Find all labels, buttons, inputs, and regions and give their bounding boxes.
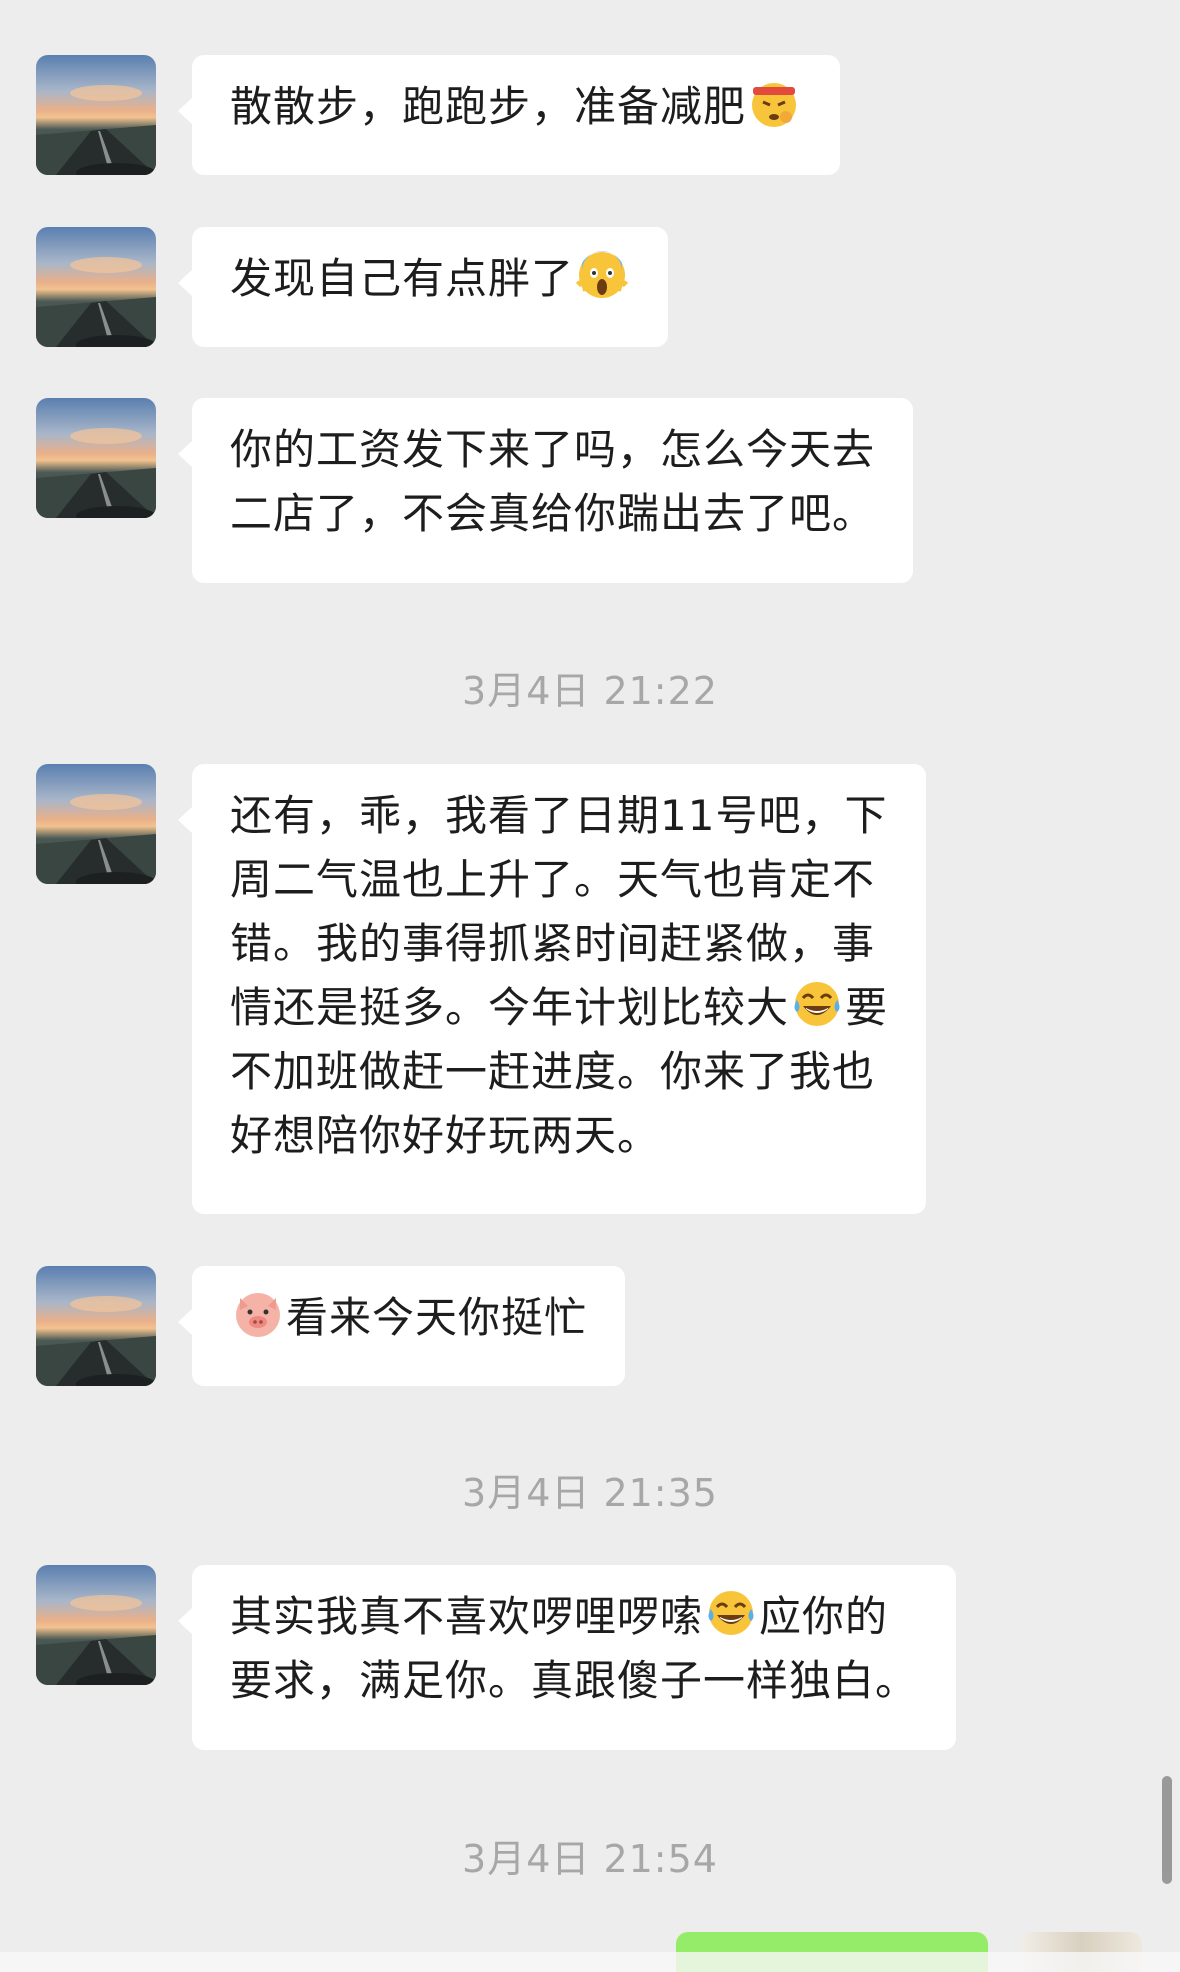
contact-avatar[interactable] [36,227,156,347]
message-text: 看来今天你挺忙 [286,1293,588,1342]
road-sunset-avatar-image [36,794,156,884]
screaming-fear-emoji [576,251,629,298]
road-sunset-avatar-image [36,257,156,347]
contact-avatar[interactable] [36,764,156,884]
message-bubble[interactable]: 还有，乖，我看了日期11号吧，下 周二气温也上升了。天气也肯定不 错。我的事得抓… [177,764,927,1214]
message-bubble[interactable]: 看来今天你挺忙 [177,1266,626,1386]
message-text: 散散步，跑跑步，准备减肥 [230,82,747,131]
road-sunset-avatar-image [36,1595,156,1685]
road-sunset-avatar-image [36,1296,156,1386]
contact-avatar[interactable] [36,398,156,518]
message-bubble[interactable]: 你的工资发下来了吗，怎么今天去 二店了，不会真给你踹出去了吧。 [177,398,914,583]
timestamp: 3月4日 21:54 [462,1837,718,1881]
pig-face-emoji [236,1293,280,1337]
headband-determined-emoji [752,83,797,127]
tears-of-joy-emoji [794,982,840,1026]
road-sunset-avatar-image [36,428,156,518]
message-bubble[interactable]: 散散步，跑跑步，准备减肥 [177,55,841,175]
timestamp: 3月4日 21:22 [462,669,718,713]
contact-avatar[interactable] [36,1565,156,1685]
message-bubble[interactable]: 发现自己有点胖了 [177,227,669,347]
tears-of-joy-emoji [708,1591,754,1635]
road-sunset-avatar-image [36,85,156,175]
contact-avatar[interactable] [36,1266,156,1386]
message-text: 还有，乖，我看了日期11号吧，下 周二气温也上升了。天气也肯定不 错。我的事得抓… [230,791,888,1032]
scrollbar[interactable] [1162,1776,1172,1884]
message-text: 其实我真不喜欢啰哩啰嗦 [230,1592,704,1641]
input-bar-edge [0,1952,1180,1972]
timestamp: 3月4日 21:35 [462,1471,718,1515]
message-bubble[interactable]: 其实我真不喜欢啰哩啰嗦 应你的 要求，满足你。真跟傻子一样独白。 [177,1565,957,1750]
message-text: 发现自己有点胖了 [230,254,575,303]
contact-avatar[interactable] [36,55,156,175]
message-text: 你的工资发下来了吗，怎么今天去 二店了，不会真给你踹出去了吧。 [230,425,876,538]
